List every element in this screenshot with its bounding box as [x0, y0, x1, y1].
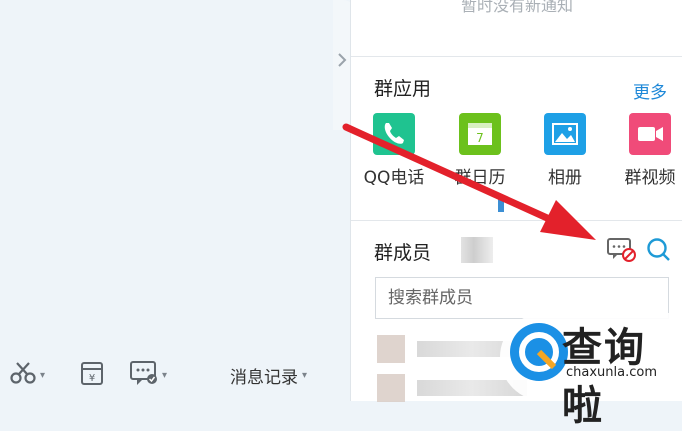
svg-text:¥: ¥	[89, 373, 95, 384]
watermark-brand-en: chaxunla.com	[566, 365, 657, 380]
scissors-icon	[10, 361, 36, 389]
svg-text:7: 7	[476, 131, 484, 145]
app-label: 相册	[548, 168, 582, 188]
watermark: 查询啦 chaxunla.com	[500, 313, 682, 429]
red-packet-tool[interactable]: ¥	[80, 360, 104, 390]
phone-icon	[373, 113, 415, 155]
chevron-right-icon	[337, 52, 347, 72]
app-photo-album[interactable]: 相册	[530, 113, 600, 188]
calendar-icon: 7	[459, 113, 501, 155]
video-icon	[629, 113, 671, 155]
chat-toolbar: ▾ ¥ ▾ 消息记录 ▾	[0, 350, 350, 401]
message-history-label: 消息记录	[230, 367, 298, 388]
more-apps-link[interactable]: 更多	[633, 78, 667, 103]
notice-empty-text: 暂时没有新通知	[460, 0, 573, 15]
block-message-icon[interactable]	[607, 237, 637, 267]
app-group-video[interactable]: 群视频	[615, 113, 682, 188]
chevron-down-icon[interactable]: ▾	[40, 370, 45, 381]
search-icon[interactable]	[646, 237, 672, 267]
app-qq-call[interactable]: QQ电话	[359, 113, 429, 188]
app-label: QQ电话	[363, 168, 425, 188]
member-search-input[interactable]	[376, 278, 682, 318]
app-label: 群日历	[454, 168, 506, 188]
apps-scroll-indicator	[498, 196, 504, 212]
avatar	[377, 335, 405, 363]
message-manage-tool[interactable]: ▾	[130, 360, 167, 390]
chat-bubble-check-icon	[130, 360, 158, 390]
photo-album-icon	[544, 113, 586, 155]
avatar	[377, 374, 405, 402]
member-count-blurred	[461, 237, 493, 263]
group-apps-title: 群应用	[374, 78, 432, 100]
group-members-title: 群成员	[374, 242, 432, 264]
chevron-down-icon: ▾	[302, 369, 308, 381]
chat-area[interactable]: ▾ ¥ ▾ 消息记录 ▾	[0, 0, 350, 401]
message-history-button[interactable]: 消息记录 ▾	[230, 360, 307, 390]
divider	[351, 56, 682, 57]
divider	[351, 220, 682, 221]
app-label: 群视频	[624, 168, 676, 188]
red-packet-icon: ¥	[80, 360, 104, 390]
chevron-down-icon[interactable]: ▾	[162, 370, 167, 381]
screenshot-tool[interactable]: ▾	[10, 360, 45, 390]
watermark-logo-icon	[510, 323, 568, 381]
app-group-calendar[interactable]: 7 群日历	[445, 113, 515, 188]
